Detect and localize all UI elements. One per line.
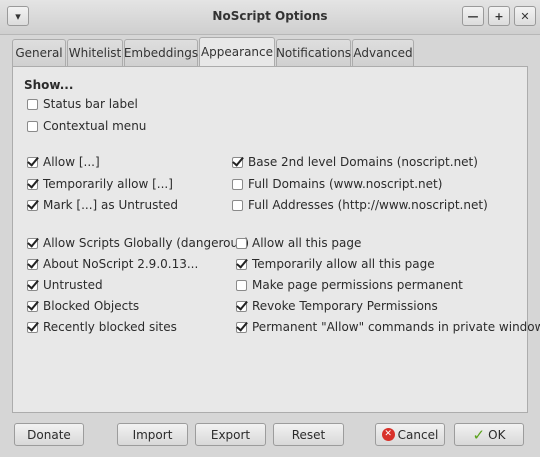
untrusted-checkbox[interactable]: [27, 279, 38, 291]
revoke-temporary-permissions-option[interactable]: Revoke Temporary Permissions: [236, 298, 438, 314]
about-noscript-text: About NoScript 2.9.0.13...: [43, 257, 199, 271]
full-addresses-checkbox[interactable]: [232, 199, 243, 211]
make-page-permissions-permanent-text: Make page permissions permanent: [252, 278, 463, 292]
contextual-menu-text: Contextual menu: [43, 119, 147, 133]
ok-label: OK: [488, 427, 506, 442]
untrusted-option[interactable]: Untrusted: [27, 277, 103, 293]
export-button[interactable]: Export: [195, 423, 266, 446]
temporarily-allow-all-this-page-checkbox[interactable]: [236, 258, 247, 270]
untrusted-text: Untrusted: [43, 278, 103, 292]
allow-scripts-globally-checkbox[interactable]: [27, 237, 38, 249]
full-domains-text: Full Domains (www.noscript.net): [248, 177, 443, 191]
close-button[interactable]: ✕: [514, 6, 536, 26]
allow-scripts-globally-text: Allow Scripts Globally (dangerous): [43, 236, 250, 250]
donate-button[interactable]: Donate: [14, 423, 84, 446]
cancel-label: Cancel: [397, 427, 439, 442]
temporarily-allow-option[interactable]: Temporarily allow [...]: [27, 176, 173, 192]
allow-all-this-page-text: Allow all this page: [252, 236, 362, 250]
tab-general[interactable]: General: [12, 39, 66, 66]
recently-blocked-sites-text: Recently blocked sites: [43, 320, 177, 334]
contextual-menu-checkbox[interactable]: [27, 120, 38, 132]
tab-whitelist[interactable]: Whitelist: [67, 39, 123, 66]
window-title: NoScript Options: [212, 9, 328, 23]
show-heading: Show...: [24, 78, 74, 92]
tab-embeddings[interactable]: Embeddings: [124, 39, 198, 66]
reset-label: Reset: [291, 427, 326, 442]
allow-scripts-globally-option[interactable]: Allow Scripts Globally (dangerous): [27, 235, 249, 251]
permanent-allow-private-text: Permanent "Allow" commands in private wi…: [252, 320, 540, 334]
export-label: Export: [210, 427, 251, 442]
status-bar-label-checkbox[interactable]: [27, 98, 38, 110]
blocked-objects-option[interactable]: Blocked Objects: [27, 298, 139, 314]
temporarily-allow-all-this-page-text: Temporarily allow all this page: [252, 257, 435, 271]
donate-label: Donate: [27, 427, 71, 442]
tab-notifications[interactable]: Notifications: [276, 39, 351, 66]
revoke-temporary-permissions-text: Revoke Temporary Permissions: [252, 299, 438, 313]
about-noscript-option[interactable]: About NoScript 2.9.0.13...: [27, 256, 198, 272]
import-label: Import: [132, 427, 173, 442]
status-bar-label-option[interactable]: Status bar label: [27, 96, 138, 112]
checkmark-icon: ✓: [472, 425, 486, 444]
recently-blocked-sites-checkbox[interactable]: [27, 321, 38, 333]
mark-untrusted-option[interactable]: Mark [...] as Untrusted: [27, 197, 178, 213]
tab-appearance[interactable]: Appearance: [199, 37, 275, 66]
base-2nd-level-domains-checkbox[interactable]: [232, 156, 243, 168]
full-domains-option[interactable]: Full Domains (www.noscript.net): [232, 176, 442, 192]
close-icon: ✕: [520, 9, 530, 23]
status-bar-label-text: Status bar label: [43, 97, 138, 111]
revoke-temporary-permissions-checkbox[interactable]: [236, 300, 247, 312]
ok-button[interactable]: ✓ OK: [454, 423, 524, 446]
full-addresses-option[interactable]: Full Addresses (http://www.noscript.net): [232, 197, 488, 213]
reset-button[interactable]: Reset: [273, 423, 344, 446]
temporarily-allow-checkbox[interactable]: [27, 178, 38, 190]
base-2nd-level-domains-option[interactable]: Base 2nd level Domains (noscript.net): [232, 154, 478, 170]
allow-all-this-page-option[interactable]: Allow all this page: [236, 235, 361, 251]
minimize-button[interactable]: —: [462, 6, 484, 26]
cancel-button[interactable]: ✕ Cancel: [375, 423, 445, 446]
allow-all-this-page-checkbox[interactable]: [236, 237, 247, 249]
minimize-icon: —: [467, 9, 479, 23]
appearance-panel: Show... Status bar label Contextual menu…: [12, 66, 540, 413]
maximize-button[interactable]: +: [488, 6, 510, 26]
temporarily-allow-text: Temporarily allow [...]: [43, 177, 173, 191]
mark-untrusted-checkbox[interactable]: [27, 199, 38, 211]
base-2nd-level-domains-text: Base 2nd level Domains (noscript.net): [248, 155, 478, 169]
mark-untrusted-text: Mark [...] as Untrusted: [43, 198, 179, 212]
allow-option[interactable]: Allow [...]: [27, 154, 100, 170]
allow-checkbox[interactable]: [27, 156, 38, 168]
about-noscript-checkbox[interactable]: [27, 258, 38, 270]
contextual-menu-option[interactable]: Contextual menu: [27, 118, 146, 134]
permanent-allow-private-checkbox[interactable]: [236, 321, 247, 333]
tab-advanced[interactable]: Advanced: [352, 39, 414, 66]
cancel-icon: ✕: [381, 428, 395, 441]
import-button[interactable]: Import: [117, 423, 188, 446]
recently-blocked-sites-option[interactable]: Recently blocked sites: [27, 319, 177, 335]
make-page-permissions-permanent-option[interactable]: Make page permissions permanent: [236, 277, 463, 293]
permanent-allow-private-option[interactable]: Permanent "Allow" commands in private wi…: [236, 319, 540, 335]
full-domains-checkbox[interactable]: [232, 178, 243, 190]
full-addresses-text: Full Addresses (http://www.noscript.net): [248, 198, 488, 212]
temporarily-allow-all-this-page-option[interactable]: Temporarily allow all this page: [236, 256, 435, 272]
maximize-icon: +: [494, 9, 504, 23]
title-bar: ▾ NoScript Options — + ✕: [0, 0, 540, 35]
allow-text: Allow [...]: [43, 155, 100, 169]
blocked-objects-checkbox[interactable]: [27, 300, 38, 312]
blocked-objects-text: Blocked Objects: [43, 299, 140, 313]
make-page-permissions-permanent-checkbox[interactable]: [236, 279, 247, 291]
